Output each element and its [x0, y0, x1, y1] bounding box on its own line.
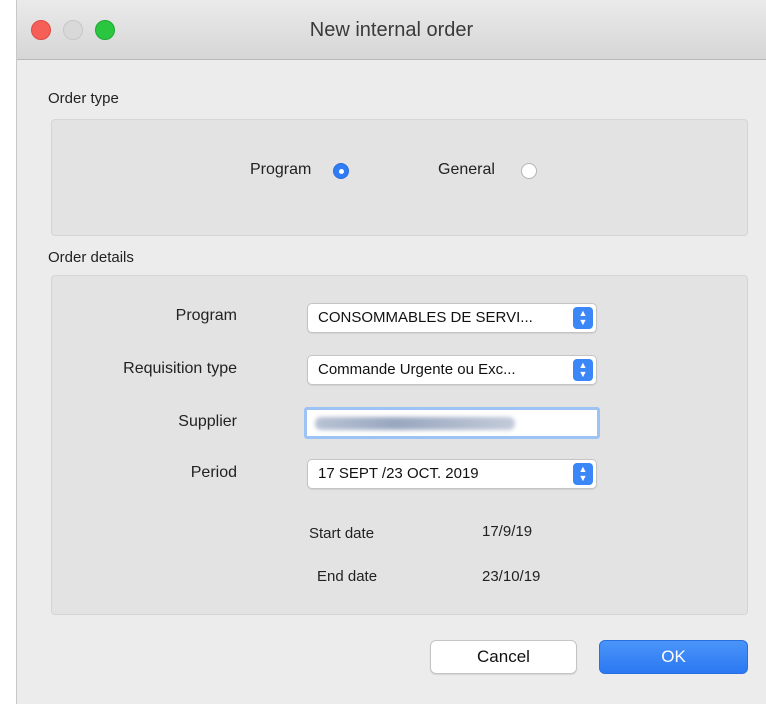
start-date-label: Start date: [309, 525, 375, 542]
program-select[interactable]: CONSOMMABLES DE SERVI... ▲ ▼: [307, 303, 597, 333]
program-radio[interactable]: [333, 163, 349, 179]
program-select-value: CONSOMMABLES DE SERVI...: [318, 309, 533, 326]
period-select-value: 17 SEPT /23 OCT. 2019: [318, 465, 479, 482]
order-type-box: Program General: [51, 119, 748, 236]
ok-button[interactable]: OK: [599, 640, 748, 674]
program-label: Program: [175, 307, 237, 324]
supplier-input[interactable]: [304, 407, 600, 439]
end-date-value: 23/10/19: [482, 568, 541, 585]
end-date-label: End date: [317, 568, 378, 585]
program-radio-label[interactable]: Program: [250, 161, 311, 179]
title-bar: New internal order: [17, 0, 766, 60]
order-type-heading: Order type: [48, 90, 119, 107]
window-title: New internal order: [309, 19, 474, 41]
period-label: Period: [190, 464, 237, 481]
general-radio[interactable]: [521, 163, 537, 179]
supplier-redacted-value: [315, 417, 515, 430]
period-select[interactable]: 17 SEPT /23 OCT. 2019 ▲ ▼: [307, 459, 597, 489]
requisition-type-select-value: Commande Urgente ou Exc...: [318, 361, 516, 378]
general-radio-label[interactable]: General: [438, 161, 495, 179]
updown-chevron-icon: ▲ ▼: [573, 307, 593, 329]
cancel-button[interactable]: Cancel: [430, 640, 577, 674]
start-date-value: 17/9/19: [482, 523, 533, 540]
updown-chevron-icon: ▲ ▼: [573, 359, 593, 381]
dialog-window: New internal order Order type Program Ge…: [16, 0, 766, 704]
supplier-label: Supplier: [178, 413, 237, 430]
requisition-type-label: Requisition type: [123, 360, 237, 377]
order-details-heading: Order details: [48, 249, 134, 266]
requisition-type-select[interactable]: Commande Urgente ou Exc... ▲ ▼: [307, 355, 597, 385]
updown-chevron-icon: ▲ ▼: [573, 463, 593, 485]
order-details-box: Program CONSOMMABLES DE SERVI... ▲ ▼ Requ…: [51, 275, 748, 615]
